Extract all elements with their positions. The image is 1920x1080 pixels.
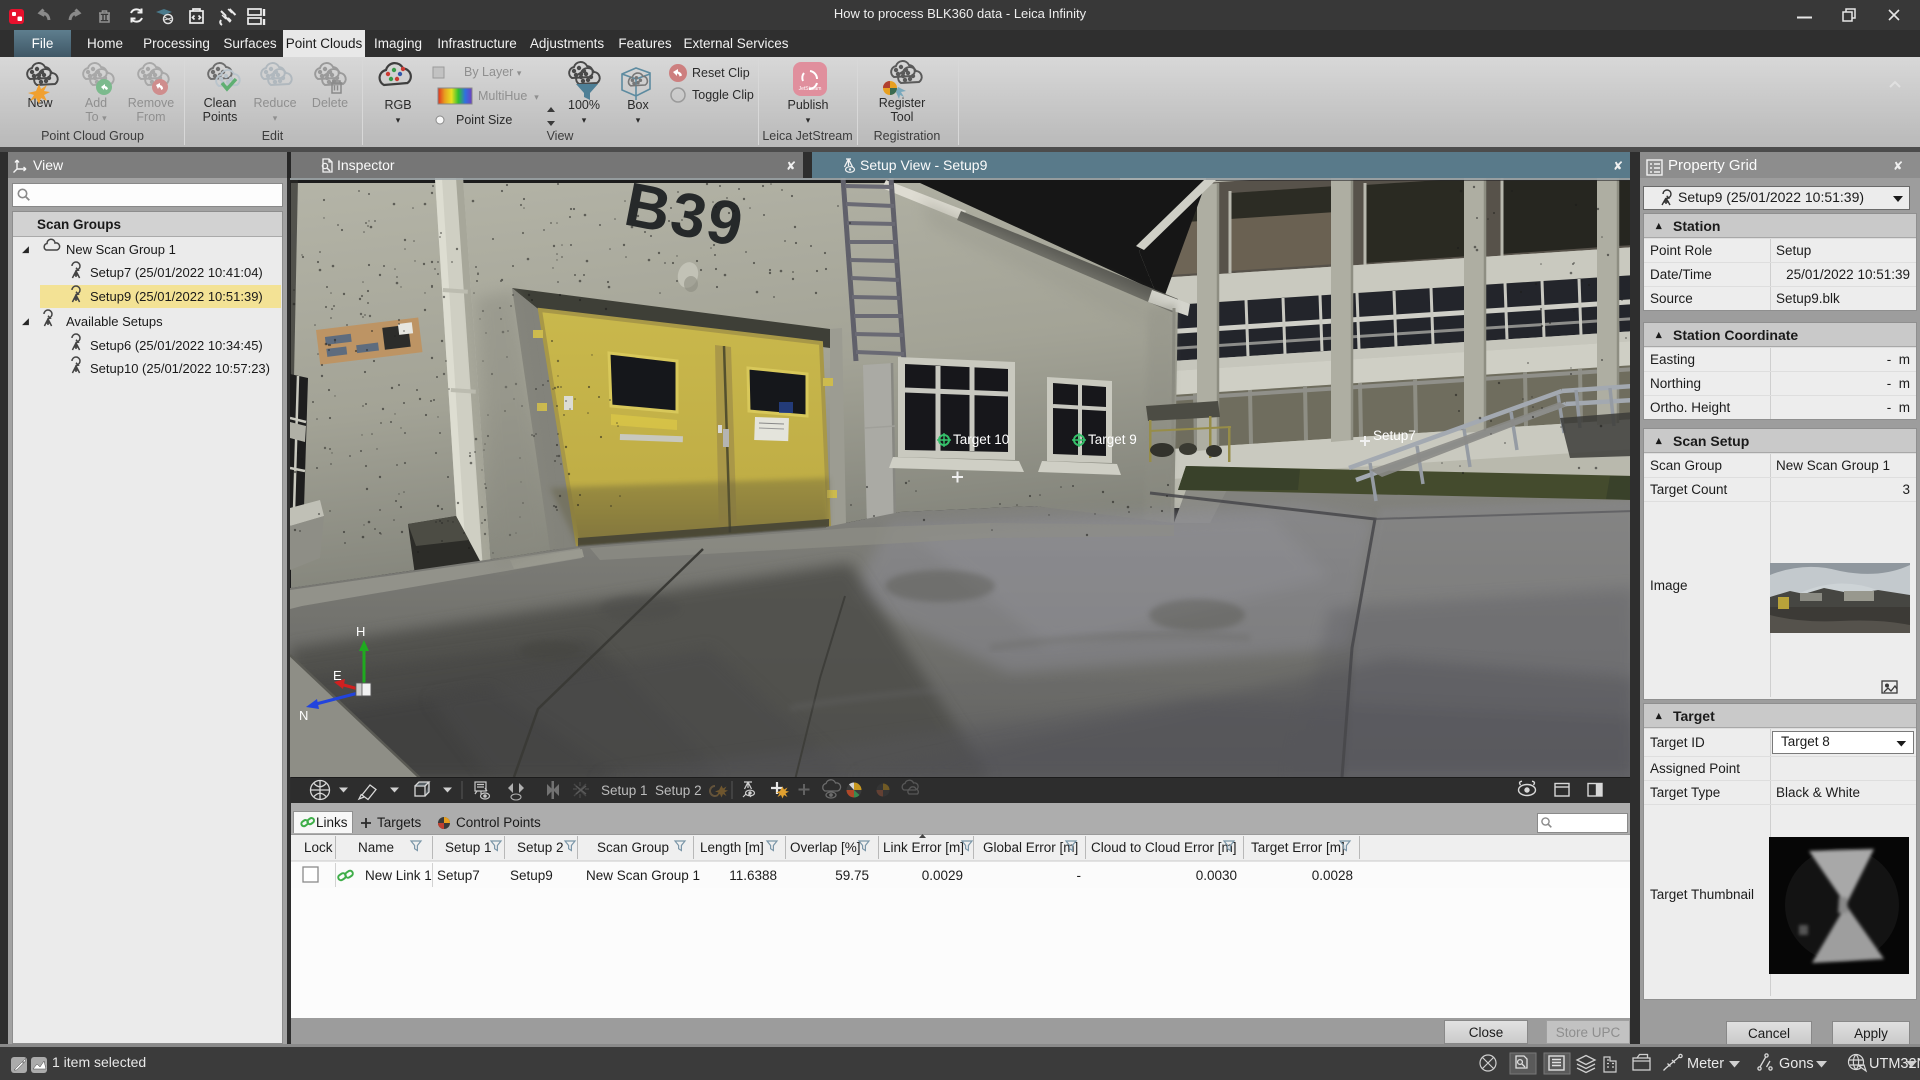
svg-text:New Scan Group 1: New Scan Group 1 [586, 868, 700, 883]
svg-text:New Link 1: New Link 1 [365, 868, 432, 883]
svg-text:Setup 1: Setup 1 [445, 840, 492, 855]
svg-text:Target 9: Target 9 [1088, 432, 1137, 447]
svg-text:Length [m]: Length [m] [700, 840, 764, 855]
svg-text:Name: Name [358, 840, 394, 855]
svg-text:Setup9: Setup9 [510, 868, 553, 883]
svg-text:Setup 1 Setup 2: Setup 1 Setup 2 [601, 783, 702, 798]
svg-text:0.0030: 0.0030 [1196, 868, 1237, 883]
svg-text:N: N [299, 708, 308, 723]
svg-text:0.0029: 0.0029 [922, 868, 963, 883]
svg-text:Setup7: Setup7 [437, 868, 480, 883]
svg-text:59.75: 59.75 [835, 868, 869, 883]
svg-text:Target Error [m]: Target Error [m] [1251, 840, 1345, 855]
svg-text:Scan Group: Scan Group [597, 840, 669, 855]
svg-text:Meter: Meter [1687, 1056, 1724, 1072]
svg-text:H: H [356, 624, 365, 639]
svg-text:Link Error [m]: Link Error [m] [883, 840, 964, 855]
svg-text:Global Error [m]: Global Error [m] [983, 840, 1078, 855]
svg-text:Cloud to Cloud Error [m]: Cloud to Cloud Error [m] [1091, 840, 1237, 855]
svg-text:Lock: Lock [304, 840, 333, 855]
svg-text:JetStream: JetStream [799, 86, 822, 92]
svg-text:E: E [333, 668, 342, 683]
svg-text:Overlap [%]: Overlap [%] [790, 840, 861, 855]
svg-text:0.0028: 0.0028 [1312, 868, 1353, 883]
svg-text:11.6388: 11.6388 [729, 868, 777, 883]
svg-text:Setup7: Setup7 [1373, 428, 1416, 443]
svg-text:-: - [1077, 868, 1082, 883]
svg-text:Gons: Gons [1779, 1056, 1814, 1072]
svg-text:Target 10: Target 10 [953, 432, 1009, 447]
svg-text:Setup 2: Setup 2 [517, 840, 564, 855]
